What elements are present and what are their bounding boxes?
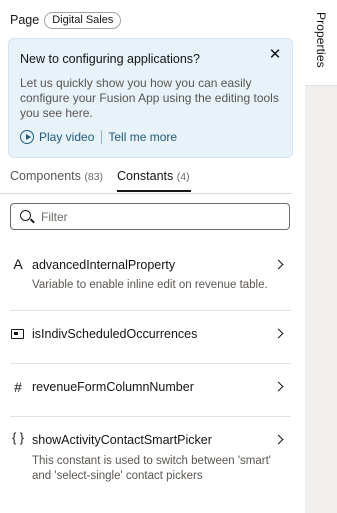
tab-constants-label: Constants — [117, 169, 174, 183]
constant-name: advancedInternalProperty — [32, 258, 176, 272]
page-badge[interactable]: Digital Sales — [44, 11, 122, 29]
tab-bar: Components (83) Constants (4) — [0, 166, 292, 194]
chevron-right-icon — [273, 434, 284, 445]
tab-constants[interactable]: Constants (4) — [117, 169, 190, 183]
page-context: Page Digital Sales — [10, 11, 122, 29]
close-icon[interactable]: ✕ — [267, 47, 283, 63]
chevron-right-icon — [273, 259, 284, 270]
constant-name: revenueFormColumnNumber — [32, 380, 194, 394]
constant-name: showActivityContactSmartPicker — [32, 433, 212, 447]
text-icon: A — [13, 256, 23, 272]
tab-components-label: Components — [10, 169, 81, 183]
properties-tab-label: Properties — [314, 12, 328, 68]
constant-name: isIndivScheduledOccurrences — [32, 327, 198, 341]
play-icon[interactable] — [20, 130, 34, 144]
list-item[interactable]: # revenueFormColumnNumber — [0, 364, 292, 416]
page-label: Page — [10, 13, 40, 27]
components-panel: Page Digital Sales New to configuring ap… — [0, 0, 305, 513]
chevron-right-icon — [273, 328, 284, 339]
constant-description: This constant is used to switch between … — [32, 455, 271, 482]
link-separator — [101, 130, 103, 144]
number-icon: # — [14, 379, 22, 395]
tab-components[interactable]: Components (83) — [10, 169, 103, 183]
chevron-right-icon — [273, 381, 284, 392]
active-tab-indicator — [117, 190, 191, 192]
properties-tab[interactable]: Properties — [305, 0, 337, 86]
tab-constants-count: (4) — [176, 171, 190, 183]
list-item[interactable]: A advancedInternalProperty Variable to e… — [0, 246, 292, 306]
onboarding-banner: New to configuring applications? ✕ Let u… — [8, 38, 293, 158]
tab-components-count: (83) — [84, 171, 104, 183]
play-video-link[interactable]: Play video — [39, 130, 94, 144]
banner-title: New to configuring applications? — [20, 52, 200, 66]
filter-box[interactable] — [10, 203, 290, 230]
list-item[interactable]: { } showActivityContactSmartPicker This … — [0, 417, 292, 497]
constant-description: Variable to enable inline edit on revenu… — [32, 279, 268, 291]
tell-me-more-link[interactable]: Tell me more — [108, 130, 177, 144]
list-item[interactable]: isIndivScheduledOccurrences — [0, 311, 292, 363]
banner-actions: Play video Tell me more — [20, 129, 177, 145]
right-rail: Properties — [305, 0, 337, 513]
object-icon: { } — [12, 431, 24, 445]
search-icon — [20, 210, 31, 221]
filter-input[interactable] — [41, 208, 281, 226]
banner-body: Let us quickly show you how you can easi… — [20, 76, 279, 120]
boolean-icon — [11, 329, 24, 339]
